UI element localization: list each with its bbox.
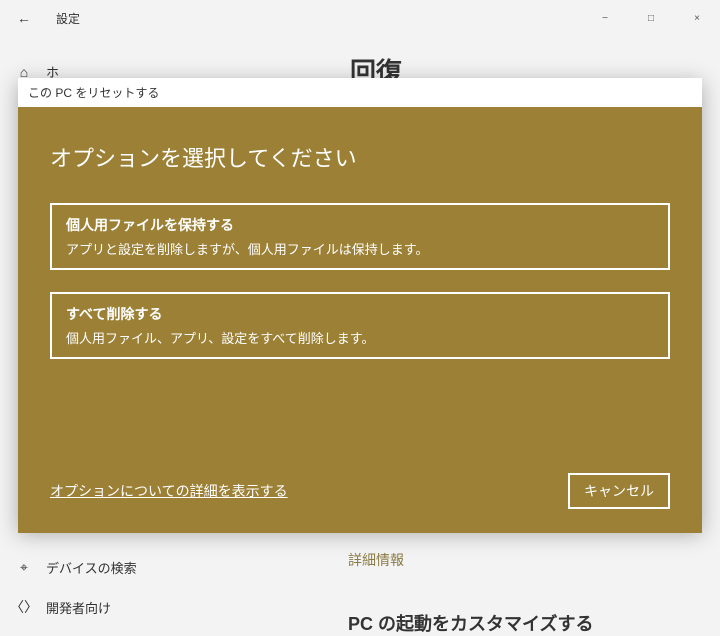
option-title: 個人用ファイルを保持する <box>66 215 654 235</box>
option-desc: 個人用ファイル、アプリ、設定をすべて削除します。 <box>66 328 654 347</box>
option-remove-all[interactable]: すべて削除する 個人用ファイル、アプリ、設定をすべて削除します。 <box>50 292 670 359</box>
close-button[interactable]: × <box>674 2 720 34</box>
sidebar-item-label: 開発者向け <box>46 598 111 617</box>
reset-dialog: この PC をリセットする オプションを選択してください 個人用ファイルを保持す… <box>18 78 702 530</box>
dialog-header: この PC をリセットする <box>18 78 702 107</box>
sidebar-item-label: デバイスの検索 <box>46 558 137 577</box>
minimize-button[interactable]: − <box>582 2 628 34</box>
more-options-link[interactable]: オプションについての詳細を表示する <box>50 481 288 501</box>
maximize-button[interactable]: □ <box>628 2 674 34</box>
cancel-button[interactable]: キャンセル <box>568 473 670 509</box>
code-icon: 〈〉 <box>16 597 32 617</box>
sidebar-item-developer[interactable]: 〈〉 開発者向け <box>16 587 137 627</box>
back-button[interactable]: ← <box>8 2 40 34</box>
option-desc: アプリと設定を削除しますが、個人用ファイルは保持します。 <box>66 239 654 258</box>
dialog-title: オプションを選択してください <box>50 141 670 173</box>
titlebar: ← 設定 − □ × <box>0 0 720 36</box>
boot-customize-heading: PC の起動をカスタマイズする <box>348 610 593 636</box>
sidebar-item-find-device[interactable]: ⌖ デバイスの検索 <box>16 548 137 587</box>
location-icon: ⌖ <box>16 559 32 576</box>
detail-info-link[interactable]: 詳細情報 <box>348 550 593 570</box>
option-title: すべて削除する <box>66 304 654 324</box>
window-title: 設定 <box>56 10 80 27</box>
option-keep-files[interactable]: 個人用ファイルを保持する アプリと設定を削除しますが、個人用ファイルは保持します… <box>50 203 670 270</box>
